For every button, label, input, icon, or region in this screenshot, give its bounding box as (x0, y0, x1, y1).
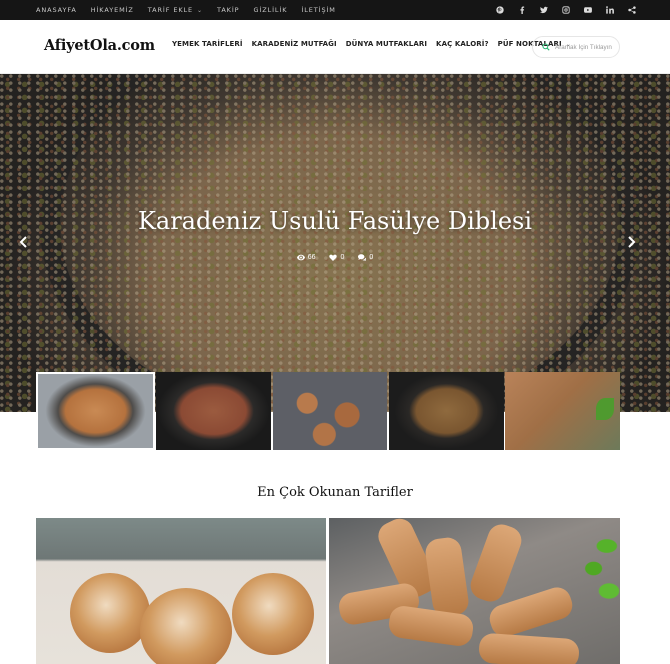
nav-recipes[interactable]: YEMEK TARİFLERİ (172, 40, 243, 48)
linkedin-icon[interactable] (605, 6, 614, 15)
nav-calories-label: KAÇ KALORİ? (436, 40, 489, 48)
recipe-card[interactable] (36, 518, 326, 664)
instagram-icon[interactable] (561, 6, 570, 15)
topnav-contact-label: İLETİŞİM (301, 6, 336, 14)
social-links (495, 0, 636, 20)
hero-title[interactable]: Karadeniz Usulü Fasülye Diblesi (0, 207, 670, 235)
nav-world-cuisines[interactable]: DÜNYA MUTFAKLARI (346, 40, 427, 48)
chevron-down-icon: ⌄ (197, 6, 203, 14)
slider-next-button[interactable] (624, 234, 638, 250)
topnav-add-recipe-label: TARİF EKLE (147, 6, 194, 14)
search-icon (542, 38, 550, 56)
chevron-left-icon (19, 236, 27, 248)
slider-thumbnail[interactable] (272, 372, 388, 450)
chevron-right-icon (627, 236, 635, 248)
pinterest-icon[interactable] (495, 6, 504, 15)
topnav-contact[interactable]: İLETİŞİM (301, 6, 335, 14)
main-nav: YEMEK TARİFLERİ KARADENİZ MUTFAĞI DÜNYA … (172, 40, 571, 48)
nav-black-sea-cuisine[interactable]: KARADENİZ MUTFAĞI (252, 40, 337, 48)
most-read-recipes (36, 518, 620, 664)
topnav-home[interactable]: ANASAYFA (36, 6, 77, 14)
topnav-add-recipe[interactable]: TARİF EKLE ⌄ (148, 6, 203, 14)
section-title: En Çok Okunan Tarifler (257, 485, 413, 500)
nav-calories[interactable]: KAÇ KALORİ? (436, 40, 489, 48)
site-header: AfiyetOla.com YEMEK TARİFLERİ KARADENİZ … (0, 20, 670, 74)
eye-icon (296, 254, 305, 261)
topnav-privacy[interactable]: GİZLİLİK (253, 6, 287, 14)
youtube-icon[interactable] (583, 6, 592, 15)
hero-slider[interactable]: Karadeniz Usulü Fasülye Diblesi 66 0 0 (0, 74, 670, 412)
comments-count[interactable]: 0 (358, 254, 373, 261)
slider-thumbnail[interactable] (505, 372, 620, 450)
twitter-icon[interactable] (539, 6, 548, 15)
slider-prev-button[interactable] (16, 234, 30, 250)
slider-thumbnails (36, 372, 620, 450)
topnav-follow[interactable]: TAKİP (217, 6, 240, 14)
search-box[interactable] (532, 36, 620, 58)
slider-thumbnail[interactable] (156, 372, 272, 450)
topnav-home-label: ANASAYFA (36, 6, 77, 14)
views-count: 66 (296, 254, 315, 261)
post-meta: 66 0 0 (0, 254, 670, 261)
likes-count[interactable]: 0 (329, 254, 344, 261)
nav-black-sea-cuisine-label: KARADENİZ MUTFAĞI (251, 40, 337, 48)
slider-thumbnail[interactable] (36, 372, 155, 450)
site-logo[interactable]: AfiyetOla.com (44, 37, 155, 54)
facebook-icon[interactable] (517, 6, 526, 15)
comment-icon (358, 254, 367, 261)
topnav-privacy-label: GİZLİLİK (253, 6, 288, 14)
top-bar: ANASAYFA HİKAYEMİZ TARİF EKLE ⌄ TAKİP GİZ… (0, 0, 670, 20)
nav-world-cuisines-label: DÜNYA MUTFAKLARI (345, 40, 428, 48)
heart-icon (329, 254, 338, 261)
recipe-card[interactable] (329, 518, 620, 664)
topnav-story-label: HİKAYEMİZ (90, 6, 134, 14)
search-input[interactable] (555, 43, 619, 51)
topnav-follow-label: TAKİP (216, 6, 240, 14)
top-nav: ANASAYFA HİKAYEMİZ TARİF EKLE ⌄ TAKİP GİZ… (36, 0, 336, 20)
nav-recipes-label: YEMEK TARİFLERİ (172, 40, 243, 48)
share-icon[interactable] (627, 6, 636, 15)
slider-thumbnail[interactable] (388, 372, 504, 450)
topnav-story[interactable]: HİKAYEMİZ (91, 6, 134, 14)
